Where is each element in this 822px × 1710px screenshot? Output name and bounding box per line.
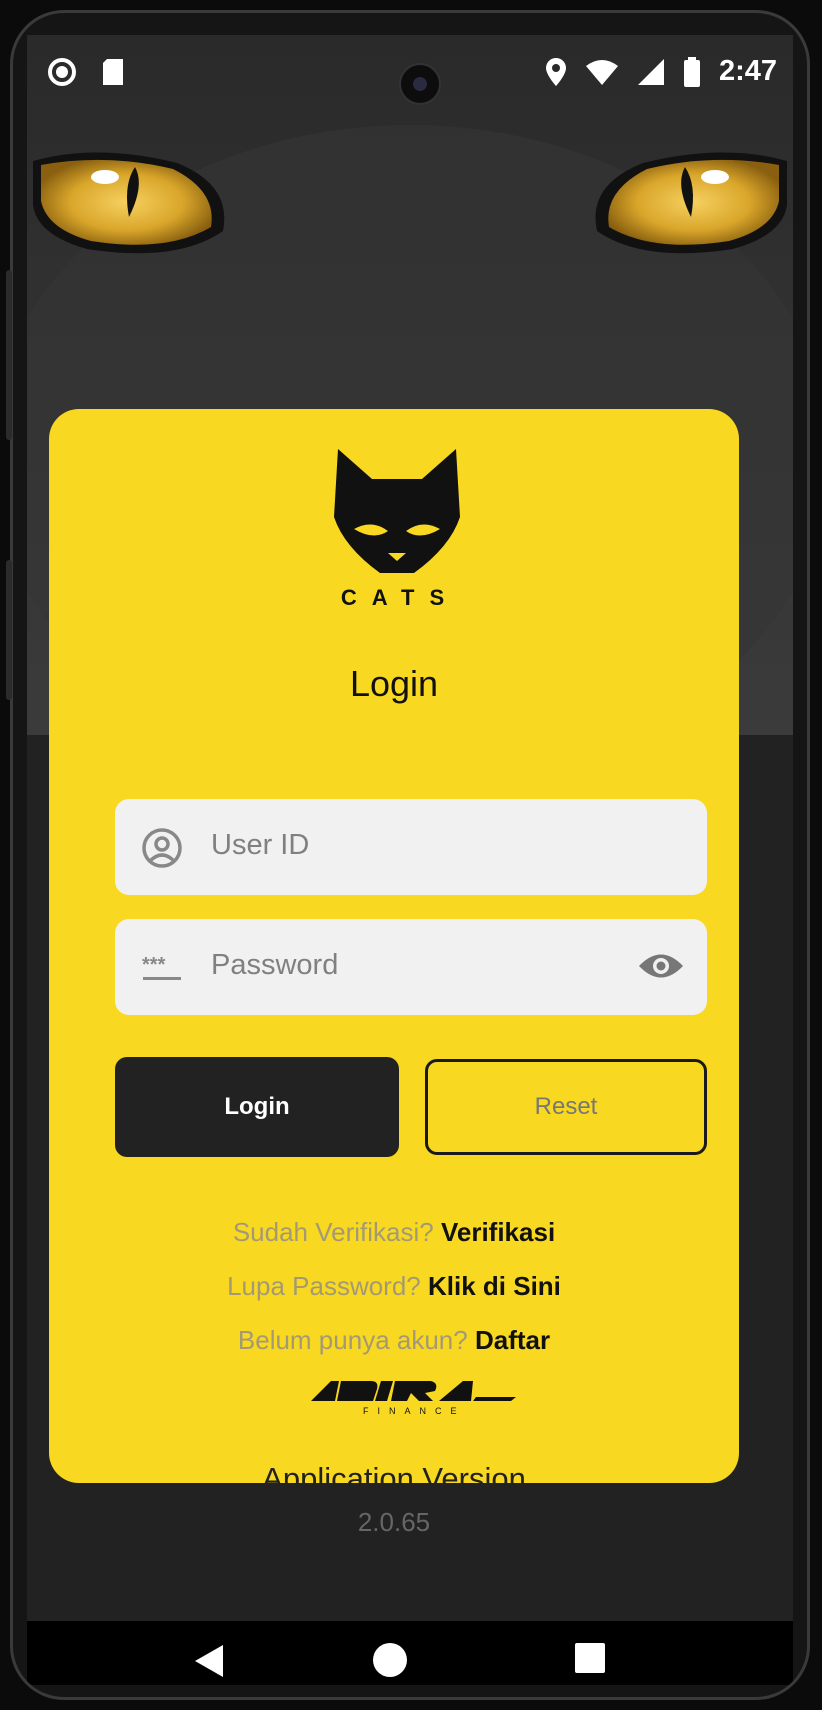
forgot-password-prompt: Lupa Password? — [227, 1271, 421, 1301]
system-navigation-bar — [27, 1621, 793, 1685]
svg-text:FINANCE: FINANCE — [363, 1406, 466, 1416]
signal-icon — [637, 58, 664, 85]
svg-text:***: *** — [142, 954, 166, 976]
user-id-field[interactable]: User ID — [115, 799, 707, 895]
user-id-placeholder: User ID — [211, 829, 310, 861]
record-icon — [48, 58, 76, 86]
cats-logo-icon — [334, 449, 460, 573]
version-number: 2.0.65 — [357, 1507, 431, 1537]
register-row: Belum punya akun? Daftar — [49, 1325, 739, 1356]
show-password-eye-icon[interactable] — [637, 949, 685, 983]
back-icon[interactable] — [193, 1643, 225, 1679]
reset-button[interactable]: Reset — [425, 1059, 707, 1155]
screen: 2:47 CATS Login User ID *** Password Log… — [27, 35, 793, 1685]
page-title: Login — [349, 663, 439, 704]
login-card: CATS Login User ID *** Password Login Re… — [49, 409, 739, 1537]
verification-link-row: Sudah Verifikasi? Verifikasi — [49, 1217, 739, 1248]
wifi-icon — [585, 59, 618, 85]
password-field[interactable]: *** Password — [115, 919, 707, 1015]
recent-apps-icon[interactable] — [575, 1643, 605, 1673]
register-link[interactable]: Daftar — [475, 1325, 550, 1355]
adira-finance-logo: FINANCE — [311, 1381, 516, 1416]
verification-prompt: Sudah Verifikasi? — [232, 1217, 434, 1247]
password-placeholder: Password — [211, 949, 339, 981]
phone-frame: 2:47 CATS Login User ID *** Password Log… — [10, 10, 810, 1700]
login-button[interactable]: Login — [115, 1057, 399, 1157]
password-dots-icon: *** — [142, 954, 181, 980]
forgot-password-row: Lupa Password? Klik di Sini — [49, 1271, 739, 1302]
battery-icon — [683, 56, 700, 87]
status-clock: 2:47 — [718, 55, 777, 87]
power-button — [6, 560, 12, 700]
home-icon[interactable] — [373, 1643, 407, 1677]
user-circle-icon — [142, 828, 182, 868]
sd-card-icon — [103, 59, 123, 85]
register-prompt: Belum punya akun? — [237, 1325, 468, 1355]
forgot-password-link[interactable]: Klik di Sini — [428, 1271, 561, 1301]
brand-name: CATS — [340, 585, 460, 610]
location-icon — [545, 57, 566, 86]
version-label: Application Version — [262, 1461, 526, 1496]
verification-link[interactable]: Verifikasi — [441, 1217, 555, 1247]
volume-button — [6, 270, 12, 440]
status-bar: 2:47 — [27, 35, 793, 115]
